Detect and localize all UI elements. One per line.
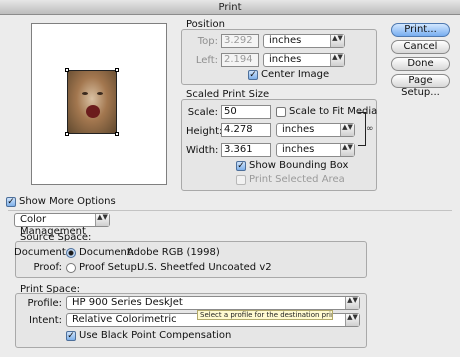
proof-label: Proof: [33, 262, 62, 273]
print-preview [31, 23, 167, 185]
profile-select[interactable]: HP 900 Series DeskJet ▲▼ [66, 296, 360, 310]
top-field[interactable]: 3.292 [221, 34, 259, 48]
bounding-box-handle-tl[interactable] [65, 68, 69, 72]
print-selected-area-label: Print Selected Area [249, 174, 345, 185]
bounding-box-handle-tr[interactable] [115, 68, 119, 72]
popup-arrows-icon: ▲▼ [330, 54, 344, 66]
show-bounding-box-checkbox[interactable]: ✓ [236, 161, 246, 171]
chain-link-icon[interactable]: ∞ [366, 124, 374, 134]
done-button[interactable]: Done [391, 57, 450, 71]
document-profile-value: Adobe RGB (1998) [127, 247, 220, 258]
bounding-box-handle-br[interactable] [115, 132, 119, 136]
scale-field[interactable]: 50 [221, 105, 271, 119]
height-unit-select[interactable]: inches ▲▼ [276, 123, 355, 137]
document-label: Document: [14, 247, 70, 258]
show-bounding-box-label: Show Bounding Box [249, 160, 349, 171]
proof-setup-option-label: Proof Setup: [79, 262, 141, 273]
photo-mouth [86, 105, 100, 118]
bounding-box-handle-bl[interactable] [65, 132, 69, 136]
print-selected-area-checkbox[interactable] [236, 175, 246, 185]
show-more-options-checkbox[interactable]: ✓ [6, 197, 16, 207]
popup-arrows-icon: ▲▼ [95, 214, 109, 226]
show-more-options-label: Show More Options [19, 196, 116, 207]
print-button[interactable]: Print... [391, 23, 450, 37]
top-unit-select[interactable]: inches ▲▼ [263, 34, 345, 48]
center-image-label: Center Image [261, 69, 330, 80]
width-unit-value: inches [282, 144, 315, 155]
separator [8, 210, 452, 211]
photo-eye-right [97, 92, 103, 95]
window-title: Print [0, 0, 460, 15]
profile-value: HP 900 Series DeskJet [72, 297, 183, 308]
left-field[interactable]: 2.194 [221, 53, 259, 67]
popup-arrows-icon: ▲▼ [340, 124, 354, 136]
width-label: Width: [186, 145, 219, 156]
top-unit-value: inches [269, 35, 302, 46]
height-unit-value: inches [282, 124, 315, 135]
intent-label: Intent: [29, 315, 62, 326]
photo-eye-left [82, 92, 88, 95]
proof-setup-value: U.S. Sheetfed Uncoated v2 [137, 262, 272, 273]
top-label: Top: [197, 36, 218, 47]
cancel-button[interactable]: Cancel [391, 40, 450, 54]
popup-arrows-icon: ▲▼ [345, 314, 359, 326]
left-label: Left: [195, 55, 218, 66]
document-radio[interactable] [66, 248, 76, 258]
width-field[interactable]: 3.361 [221, 143, 271, 157]
page-setup-button[interactable]: Page Setup... [391, 74, 450, 98]
intent-value: Relative Colorimetric [72, 314, 177, 325]
width-unit-select[interactable]: inches ▲▼ [276, 143, 355, 157]
output-options-select[interactable]: Color Management ▲▼ [14, 213, 110, 237]
popup-arrows-icon: ▲▼ [345, 297, 359, 309]
document-option-label: Document: [79, 247, 135, 258]
left-unit-value: inches [269, 54, 302, 65]
popup-arrows-icon: ▲▼ [330, 35, 344, 47]
center-image-checkbox[interactable]: ✓ [248, 70, 258, 80]
height-field[interactable]: 4.278 [221, 123, 271, 137]
profile-tooltip: Select a profile for the destination pri… [197, 310, 333, 320]
image-preview-photo[interactable] [65, 68, 119, 136]
proportion-link-bracket [358, 112, 366, 146]
black-point-compensation-label: Use Black Point Compensation [79, 330, 232, 341]
proof-setup-radio[interactable] [66, 263, 76, 273]
scale-label: Scale: [187, 107, 218, 118]
height-label: Height: [186, 126, 223, 137]
left-unit-select[interactable]: inches ▲▼ [263, 53, 345, 67]
popup-arrows-icon: ▲▼ [340, 144, 354, 156]
black-point-compensation-checkbox[interactable]: ✓ [66, 331, 76, 341]
print-dialog: Print Position Top: 3.292 inches ▲▼ Left… [0, 0, 460, 357]
profile-label: Profile: [27, 298, 62, 309]
scale-to-fit-media-checkbox[interactable] [276, 107, 286, 117]
